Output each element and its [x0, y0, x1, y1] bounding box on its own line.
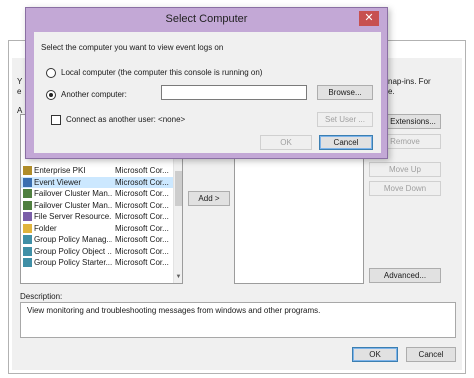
snapin-name: Group Policy Starter... [34, 258, 112, 267]
snapin-vendor: Microsoft Cor... [115, 212, 169, 221]
select-computer-dialog: Select Computer ✕ Select the computer yo… [25, 7, 388, 159]
partial-snapins-text: nap-ins. For [388, 77, 431, 86]
snapins-cancel-button[interactable]: Cancel [406, 347, 456, 362]
scroll-thumb[interactable] [175, 171, 182, 206]
another-computer-radio[interactable] [46, 90, 56, 100]
snapin-name: Group Policy Manag... [34, 235, 112, 244]
another-computer-label[interactable]: Another computer: [61, 90, 127, 100]
description-label: Description: [20, 292, 63, 301]
cluster-icon [23, 189, 32, 198]
advanced-button[interactable]: Advanced... [369, 268, 441, 283]
browse-button[interactable]: Browse... [317, 85, 373, 100]
snapin-vendor: Microsoft Cor... [115, 223, 169, 233]
description-text: View monitoring and troubleshooting mess… [27, 306, 321, 315]
snapin-row[interactable]: Group Policy Manag... Microsoft Cor... [21, 234, 173, 245]
snapin-name: Group Policy Object ... [34, 246, 112, 256]
select-computer-ok-button[interactable]: OK [260, 135, 312, 150]
group-policy-icon [23, 235, 32, 244]
snapin-row[interactable]: Group Policy Starter... Microsoft Cor... [21, 257, 173, 268]
snapin-row[interactable]: File Server Resource... Microsoft Cor... [21, 211, 173, 222]
snapin-row[interactable]: Failover Cluster Man... Microsoft Cor... [21, 188, 173, 199]
set-user-button[interactable]: Set User ... [317, 112, 373, 127]
snapin-name: Failover Cluster Man... [34, 189, 112, 198]
file-server-icon [23, 212, 32, 221]
description-box: View monitoring and troubleshooting mess… [20, 302, 456, 338]
local-computer-label[interactable]: Local computer (the computer this consol… [61, 68, 262, 78]
snapin-name: Event Viewer [34, 177, 81, 187]
pki-icon [23, 166, 32, 175]
snapins-ok-button[interactable]: OK [352, 347, 398, 362]
group-policy-icon [23, 246, 32, 256]
connect-as-checkbox[interactable] [51, 115, 61, 125]
snapin-name: Folder [34, 223, 57, 233]
snapin-vendor: Microsoft Cor... [115, 235, 169, 244]
connect-as-label[interactable]: Connect as another user: <none> [66, 115, 185, 125]
snapin-vendor: Microsoft Cor... [115, 177, 169, 187]
snapin-row[interactable]: Enterprise PKI Microsoft Cor... [21, 165, 173, 176]
partial-instruction-text-2: e [17, 87, 22, 96]
select-computer-prompt: Select the computer you want to view eve… [41, 43, 224, 52]
group-policy-icon [23, 258, 32, 267]
select-computer-body: Select the computer you want to view eve… [34, 32, 381, 153]
snapin-row[interactable]: Failover Cluster Man... Microsoft Cor... [21, 200, 173, 211]
partial-snapins-text-2: e. [388, 87, 395, 96]
cluster-icon [23, 200, 32, 210]
snapin-name: File Server Resource... [34, 212, 112, 221]
snapin-vendor: Microsoft Cor... [115, 258, 169, 267]
scroll-down-icon[interactable]: ▼ [174, 274, 182, 280]
snapin-row[interactable]: Group Policy Object ... Microsoft Cor... [21, 246, 173, 257]
snapin-row[interactable]: Folder Microsoft Cor... [21, 223, 173, 234]
snapin-vendor: Microsoft Cor... [115, 189, 169, 198]
add-button[interactable]: Add > [188, 191, 230, 206]
move-down-button[interactable]: Move Down [369, 181, 441, 196]
another-computer-input[interactable] [161, 85, 307, 100]
snapin-vendor: Microsoft Cor... [115, 246, 169, 256]
select-computer-cancel-button[interactable]: Cancel [319, 135, 373, 150]
snapin-name: Failover Cluster Man... [34, 200, 112, 210]
snapin-name: Enterprise PKI [34, 166, 86, 175]
dialog-title: Select Computer [165, 13, 248, 25]
close-icon[interactable]: ✕ [359, 11, 379, 26]
snapin-row[interactable]: Event Viewer Microsoft Cor... [21, 176, 173, 188]
event-viewer-icon [23, 177, 32, 187]
snapin-vendor: Microsoft Cor... [115, 200, 169, 210]
partial-instruction-text: Y [17, 77, 23, 86]
folder-icon [23, 223, 32, 233]
local-computer-radio[interactable] [46, 68, 56, 78]
move-up-button[interactable]: Move Up [369, 162, 441, 177]
snapin-vendor: Microsoft Cor... [115, 166, 169, 175]
